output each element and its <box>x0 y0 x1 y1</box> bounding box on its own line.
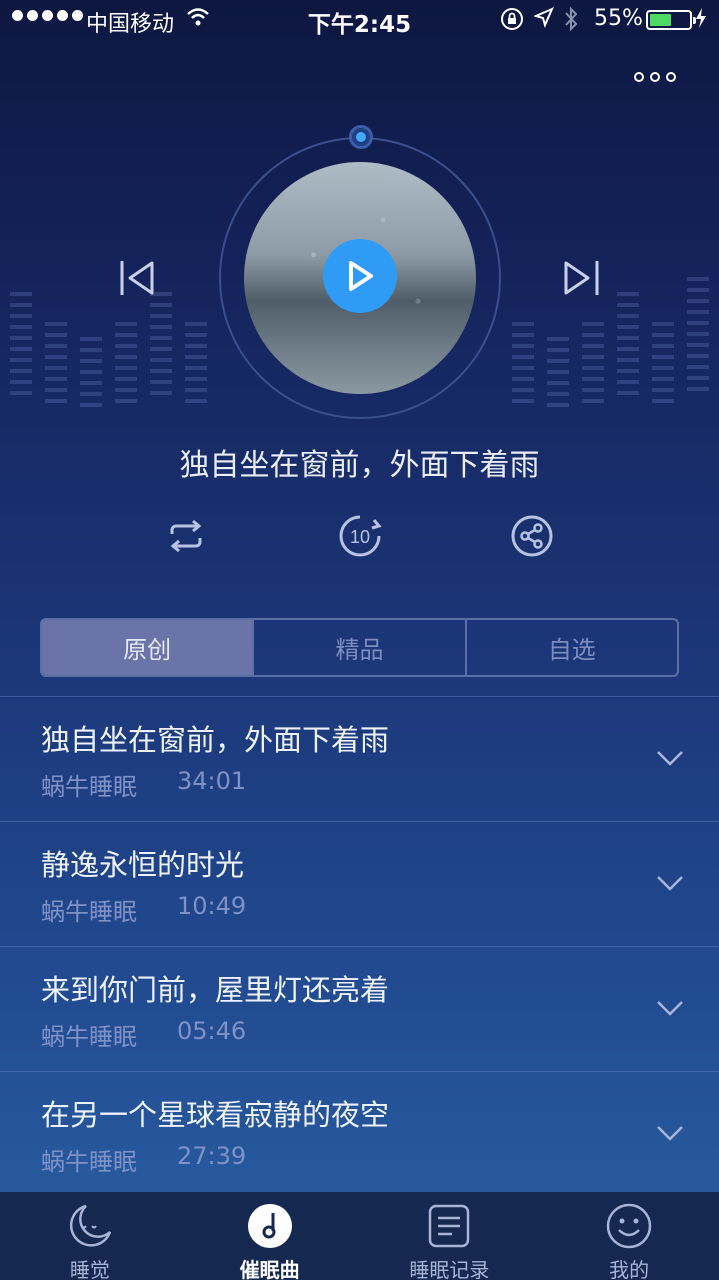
timer-value: 10 <box>350 527 370 547</box>
moon-icon <box>69 1204 112 1247</box>
share-button[interactable] <box>510 514 554 558</box>
tab-custom[interactable]: 自选 <box>467 620 677 675</box>
category-tabs: 原创 精品 自选 <box>40 618 679 677</box>
chevron-down-icon[interactable] <box>656 749 684 767</box>
track-row[interactable]: 静逸永恒的时光 蜗牛睡眠 10:49 <box>0 821 719 946</box>
track-title: 在另一个星球看寂静的夜空 <box>41 1098 390 1132</box>
tabbar-label: 睡觉 <box>69 1258 110 1280</box>
track-artist: 蜗牛睡眠 <box>41 773 137 801</box>
track-title: 独自坐在窗前，外面下着雨 <box>41 723 390 757</box>
play-icon <box>349 261 373 291</box>
track-row[interactable]: 在另一个星球看寂静的夜空 蜗牛睡眠 27:39 <box>0 1071 719 1196</box>
track-duration: 10:49 <box>177 892 247 920</box>
track-row[interactable]: 独自坐在窗前，外面下着雨 蜗牛睡眠 34:01 <box>0 696 719 821</box>
track-duration: 27:39 <box>177 1142 247 1170</box>
tabbar-label: 我的 <box>609 1258 650 1280</box>
repeat-button[interactable] <box>164 514 208 558</box>
previous-track-button[interactable] <box>118 258 158 302</box>
timer-icon: 10 <box>339 515 382 557</box>
tabbar-item-mine[interactable]: 我的 <box>539 1192 719 1280</box>
play-button[interactable] <box>323 239 397 313</box>
track-artist: 蜗牛睡眠 <box>41 898 137 926</box>
tabbar-item-lullaby[interactable]: 催眠曲 <box>180 1192 360 1280</box>
tabbar-label: 催眠曲 <box>239 1258 300 1280</box>
document-icon <box>429 1204 470 1248</box>
track-duration: 34:01 <box>177 767 247 795</box>
track-title: 静逸永恒的时光 <box>41 848 245 882</box>
next-track-button[interactable] <box>562 258 602 302</box>
track-artist: 蜗牛睡眠 <box>41 1148 137 1176</box>
smiley-icon <box>606 1203 652 1249</box>
tab-original[interactable]: 原创 <box>42 620 255 675</box>
track-duration: 05:46 <box>177 1017 247 1045</box>
repeat-icon <box>170 519 202 553</box>
bottom-tab-bar: 睡觉 催眠曲 睡眠记录 我的 <box>0 1192 719 1280</box>
music-note-icon <box>247 1204 292 1248</box>
chevron-down-icon[interactable] <box>656 874 684 892</box>
track-list: 独自坐在窗前，外面下着雨 蜗牛睡眠 34:01 静逸永恒的时光 蜗牛睡眠 10:… <box>0 696 719 1196</box>
skip-back-icon <box>120 261 154 295</box>
track-artist: 蜗牛睡眠 <box>41 1023 137 1051</box>
tabbar-label: 睡眠记录 <box>409 1258 490 1280</box>
chevron-down-icon[interactable] <box>656 999 684 1017</box>
tabbar-item-records[interactable]: 睡眠记录 <box>360 1192 540 1280</box>
tabbar-item-sleep[interactable]: 睡觉 <box>0 1192 180 1280</box>
tab-featured[interactable]: 精品 <box>254 620 467 675</box>
now-playing-title: 独自坐在窗前，外面下着雨 <box>179 448 540 483</box>
sleep-timer-button[interactable]: 10 <box>338 514 382 558</box>
chevron-down-icon[interactable] <box>656 1124 684 1142</box>
skip-forward-icon <box>564 261 599 295</box>
track-row[interactable]: 来到你门前，屋里灯还亮着 蜗牛睡眠 05:46 <box>0 946 719 1071</box>
progress-knob[interactable] <box>349 125 373 149</box>
share-icon <box>511 515 553 557</box>
track-title: 来到你门前，屋里灯还亮着 <box>41 973 390 1007</box>
